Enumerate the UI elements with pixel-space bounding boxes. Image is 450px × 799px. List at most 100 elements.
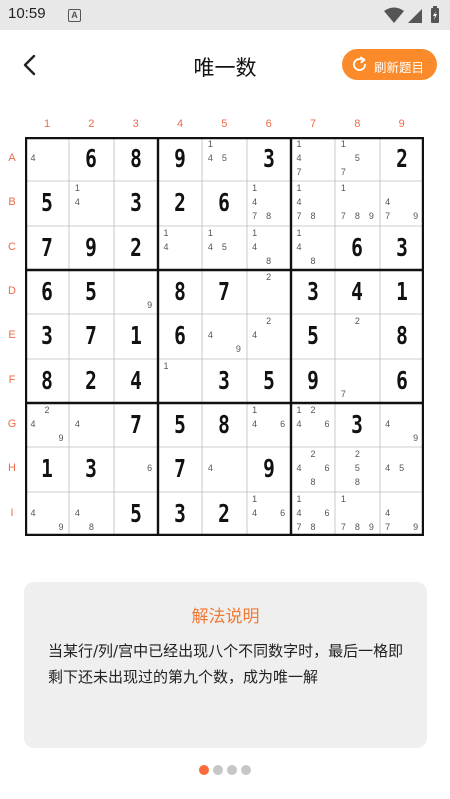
sudoku-cell[interactable]: 6 [158,314,202,358]
cell-value: 1 [129,321,142,351]
row-label: F [8,373,16,386]
sudoku-cell[interactable]: 2 [158,181,202,225]
sudoku-cell[interactable]: 14 [158,226,202,270]
sudoku-cell[interactable]: 9 [158,137,202,181]
sudoku-cell[interactable]: 2 [202,492,246,536]
sudoku-cell[interactable]: 3 [380,226,424,270]
sudoku-cell[interactable]: 9 [114,270,158,314]
sudoku-cell[interactable]: 49 [380,403,424,447]
sudoku-cell[interactable]: 5 [247,359,291,403]
sudoku-cell[interactable]: 1 4 6 78 [291,492,335,536]
sudoku-cell[interactable]: 1 4 6 [247,403,291,447]
sudoku-cell[interactable]: 3 [335,403,379,447]
sudoku-cell[interactable]: 48 [69,492,113,536]
sudoku-cell[interactable]: 5 [25,181,69,225]
sudoku-cell[interactable]: 6 [380,359,424,403]
sudoku-cell[interactable]: 7 [25,226,69,270]
sudoku-cell[interactable]: 1 45 [202,137,246,181]
sudoku-cell[interactable]: 3 [291,270,335,314]
refresh-puzzle-button[interactable]: 刷新题目 [342,49,437,80]
sudoku-cell[interactable]: 8 [380,314,424,358]
sudoku-cell[interactable]: 5 [69,270,113,314]
sudoku-cell[interactable]: 3 [202,359,246,403]
sudoku-cell[interactable]: 9 [291,359,335,403]
sudoku-cell[interactable]: 2 [247,270,291,314]
sudoku-cell[interactable]: 3 [69,447,113,491]
sudoku-cell[interactable]: 24 68 [291,447,335,491]
candidate-note: 4 [296,419,302,429]
sudoku-cell[interactable]: 1 4 78 [247,181,291,225]
sudoku-cell[interactable]: 7 [69,314,113,358]
sudoku-cell[interactable]: 8 [25,359,69,403]
sudoku-cell[interactable]: 2 [69,359,113,403]
sudoku-cell[interactable]: 24 9 [25,403,69,447]
sudoku-cell[interactable]: 1 [380,270,424,314]
column-label: 5 [221,118,228,130]
sudoku-cell[interactable]: 14 [69,181,113,225]
page-dot[interactable] [241,765,251,775]
sudoku-cell[interactable]: 49 [25,492,69,536]
sudoku-cell[interactable]: 3 [25,314,69,358]
sudoku-cell[interactable]: 3 [247,137,291,181]
sudoku-cell[interactable]: 4 [114,359,158,403]
sudoku-cell[interactable]: 6 [202,181,246,225]
page-dot[interactable] [213,765,223,775]
sudoku-cell[interactable]: 1789 [335,492,379,536]
sudoku-cell[interactable]: 1 4 6 [247,492,291,536]
sudoku-cell[interactable]: 6 [69,137,113,181]
sudoku-cell[interactable]: 1789 [335,181,379,225]
sudoku-cell[interactable]: 49 [202,314,246,358]
sudoku-cell[interactable]: 1 45 [202,226,246,270]
sudoku-cell[interactable]: 4 [69,403,113,447]
sudoku-cell[interactable]: 6 [25,270,69,314]
sudoku-cell[interactable]: 5 [114,492,158,536]
candidate-note: 8 [310,255,316,266]
candidate-note: 5 [354,153,360,163]
sudoku-cell[interactable]: 2 [380,137,424,181]
sudoku-cell[interactable]: 1 48 [291,226,335,270]
sudoku-cell[interactable]: 8 [202,403,246,447]
sudoku-cell[interactable]: 5 [291,314,335,358]
sudoku-cell[interactable]: 4 [25,137,69,181]
sudoku-cell[interactable]: 9 [69,226,113,270]
sudoku-cell[interactable]: 157 [335,137,379,181]
sudoku-cell[interactable]: 2 [335,314,379,358]
sudoku-cell[interactable]: 7 [335,359,379,403]
sudoku-cell[interactable]: 7 [114,403,158,447]
sudoku-cell[interactable]: 7 [158,447,202,491]
sudoku-cell[interactable]: 2 [114,226,158,270]
sudoku-cell[interactable]: 4 [335,270,379,314]
sudoku-cell[interactable]: 4 7 9 [380,492,424,536]
page-dot[interactable] [199,765,209,775]
sudoku-cell[interactable]: 8 [158,270,202,314]
sudoku-cell[interactable]: 45 [380,447,424,491]
sudoku-cell[interactable]: 24 [247,314,291,358]
sudoku-cell[interactable]: 8 [114,137,158,181]
candidate-note: 2 [266,316,272,327]
sudoku-cell[interactable]: 4 [202,447,246,491]
candidate-note: 8 [310,211,316,222]
sudoku-cell[interactable]: 1 [114,314,158,358]
sudoku-cell[interactable]: 6 [114,447,158,491]
sudoku-cell[interactable]: 1 [158,359,202,403]
sudoku-cell[interactable]: 4 7 9 [380,181,424,225]
sudoku-cell[interactable]: 3 [158,492,202,536]
sudoku-cell[interactable]: 3 [114,181,158,225]
cell-value: 6 [395,365,408,395]
page-dot[interactable] [227,765,237,775]
sudoku-cell[interactable]: 1 4 78 [291,181,335,225]
candidate-note: 1 [163,227,169,238]
sudoku-cell[interactable]: 2 5 8 [335,447,379,491]
sudoku-cell[interactable]: 1 [25,447,69,491]
sudoku-cell[interactable]: 1 48 [247,226,291,270]
sudoku-cell[interactable]: 7 [202,270,246,314]
cell-value: 8 [174,277,186,306]
sudoku-cell[interactable]: 6 [335,226,379,270]
sudoku-cell[interactable]: 9 [247,447,291,491]
sudoku-cell[interactable]: 124 6 [291,403,335,447]
row-label: H [8,462,16,475]
candidate-note: 4 [252,419,258,429]
candidate-note: 4 [385,197,391,208]
sudoku-cell[interactable]: 1 4 7 [291,137,335,181]
sudoku-cell[interactable]: 5 [158,403,202,447]
